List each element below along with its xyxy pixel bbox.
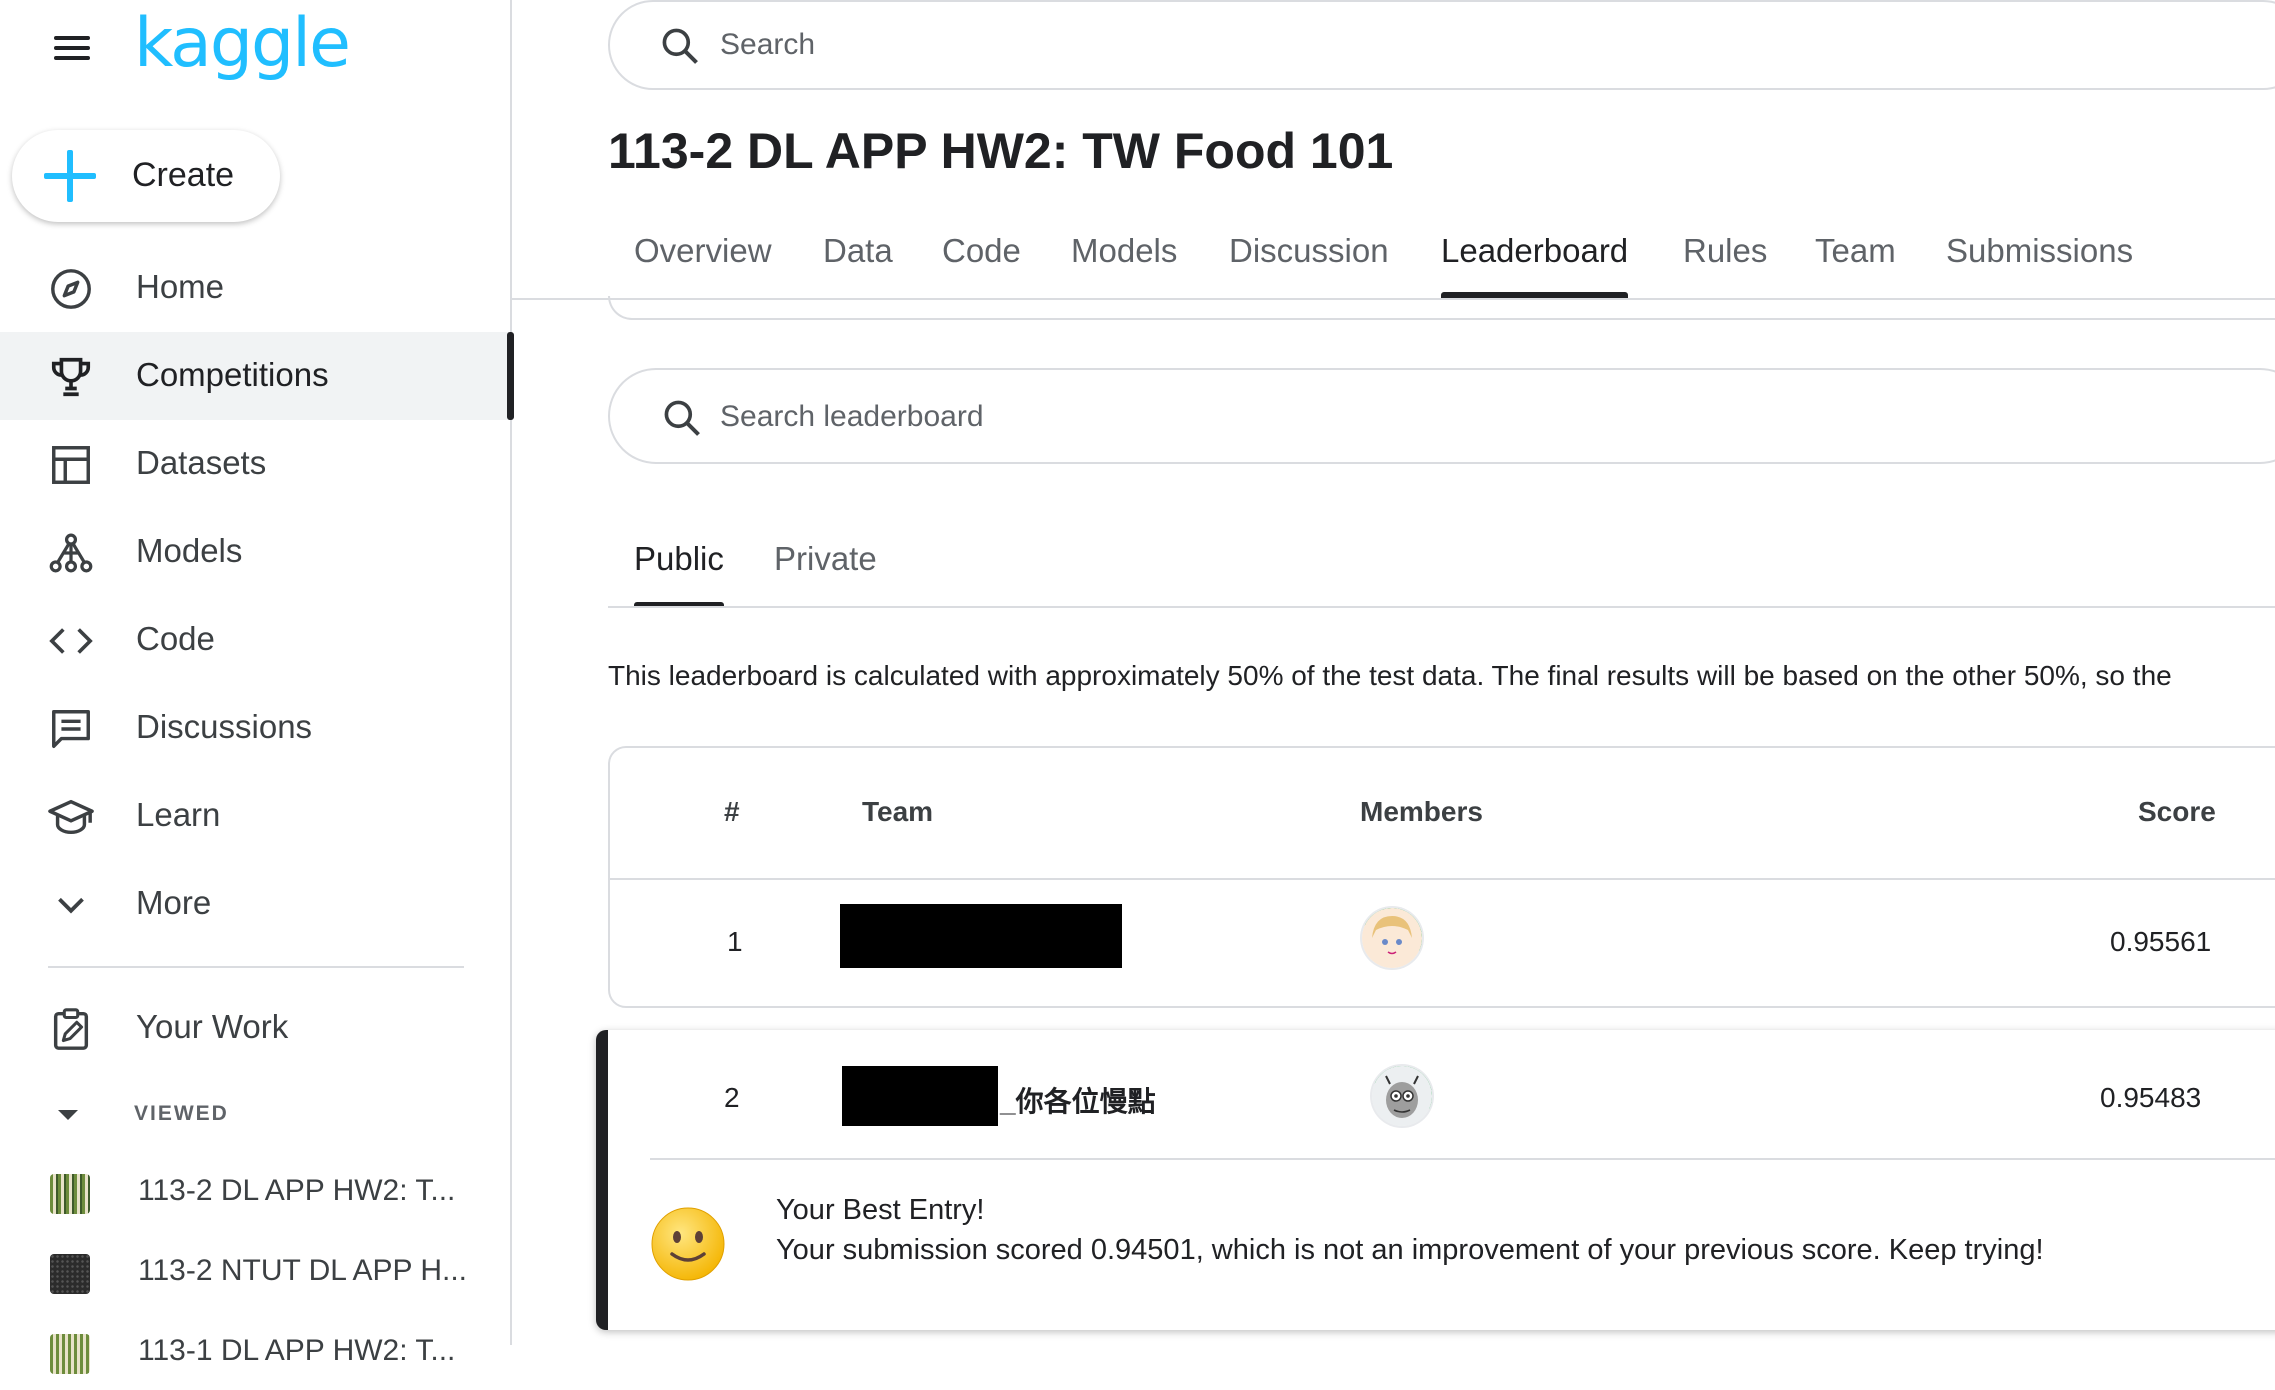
clipboard-edit-icon — [53, 1008, 89, 1050]
progress-ring — [1362, 908, 1422, 968]
competition-thumbnail — [50, 1174, 90, 1214]
recent-item-label: 113-2 DL APP HW2: T... — [138, 1174, 456, 1207]
tab-discussion[interactable]: Discussion — [1229, 232, 1389, 298]
tab-data[interactable]: Data — [823, 232, 893, 298]
tab-models[interactable]: Models — [1071, 232, 1177, 298]
sidebar-item-label: Datasets — [136, 444, 267, 481]
leaderboard-search-input[interactable]: Search leaderboard — [720, 400, 984, 434]
row-divider — [650, 1158, 2275, 1160]
leaderboard-notice: This leaderboard is calculated with appr… — [608, 660, 2172, 691]
tabs-divider — [512, 298, 2275, 300]
recent-item[interactable]: 113-1 DL APP HW2: T... — [0, 1316, 510, 1390]
sidebar-item-datasets[interactable]: Datasets — [0, 420, 510, 508]
search-input[interactable]: Search — [720, 28, 815, 62]
search-icon — [664, 400, 700, 436]
redacted-team-name — [842, 1066, 998, 1126]
leaderboard-search[interactable]: Search leaderboard — [608, 368, 2275, 464]
sidebar-item-code[interactable]: Code — [0, 596, 510, 684]
tab-submissions[interactable]: Submissions — [1946, 232, 2133, 298]
subtabs-divider — [608, 606, 2275, 608]
column-header-rank: # — [724, 796, 740, 827]
rank-cell: 2 — [724, 1082, 740, 1113]
trophy-icon — [51, 357, 91, 397]
recent-item-label: 113-2 NTUT DL APP H... — [138, 1254, 468, 1287]
sidebar: kaggle Create Home Competitions Datasets… — [0, 0, 514, 1374]
sidebar-divider — [48, 966, 464, 968]
rank-cell: 1 — [727, 926, 743, 957]
create-button[interactable]: Create — [12, 130, 280, 222]
sidebar-item-label: Discussions — [136, 708, 313, 745]
best-entry-message: Your submission scored 0.94501, which is… — [776, 1234, 2044, 1266]
column-header-team: Team — [862, 796, 934, 827]
sidebar-item-label: More — [136, 884, 212, 921]
kaggle-logo[interactable]: kaggle — [134, 4, 351, 83]
sidebar-item-label: Home — [136, 268, 225, 305]
site-search[interactable]: Search — [608, 0, 2275, 90]
tab-rules[interactable]: Rules — [1683, 232, 1767, 298]
recent-item[interactable]: 113-2 DL APP HW2: T... — [0, 1156, 510, 1230]
tab-private[interactable]: Private — [774, 540, 877, 606]
recent-item[interactable]: 113-2 NTUT DL APP H... — [0, 1236, 510, 1310]
tab-team[interactable]: Team — [1815, 232, 1896, 298]
create-label: Create — [132, 156, 235, 194]
menu-icon[interactable] — [50, 30, 94, 60]
comments-icon — [52, 710, 90, 748]
smiley-icon — [651, 1207, 725, 1281]
plus-icon — [44, 150, 96, 202]
redacted-team-name — [840, 904, 1122, 968]
column-header-members: Members — [1360, 796, 1483, 827]
member-avatar[interactable] — [1372, 1066, 1432, 1126]
viewed-label: VIEWED — [134, 1102, 229, 1125]
sidebar-item-home[interactable]: Home — [0, 244, 510, 332]
progress-ring — [1372, 1066, 1432, 1126]
caret-down-icon — [58, 1110, 78, 1120]
chevron-down-icon — [58, 897, 84, 914]
tab-public[interactable]: Public — [634, 540, 724, 608]
tab-overview[interactable]: Overview — [634, 232, 772, 298]
search-icon — [662, 28, 698, 64]
sidebar-item-discussions[interactable]: Discussions — [0, 684, 510, 772]
sidebar-item-models[interactable]: Models — [0, 508, 510, 596]
score-cell: 0.95561 — [2110, 926, 2212, 957]
column-header-score: Score — [2138, 796, 2216, 827]
school-icon — [48, 799, 94, 835]
best-entry-title: Your Best Entry! — [776, 1194, 985, 1226]
sidebar-item-learn[interactable]: Learn — [0, 772, 510, 860]
team-name: _你各位慢點 — [1000, 1086, 1156, 1117]
recent-item-label: 113-1 DL APP HW2: T... — [138, 1334, 456, 1367]
tab-code[interactable]: Code — [942, 232, 1021, 298]
leaderboard-table: # Team Members Score 1 0.95561 — [608, 746, 2275, 1008]
sidebar-item-more[interactable]: More — [0, 860, 510, 948]
competition-thumbnail — [50, 1334, 90, 1374]
compass-icon — [51, 269, 91, 309]
sidebar-item-label: Code — [136, 620, 215, 657]
sidebar-item-label: Your Work — [136, 1008, 289, 1045]
my-team-row: 2 _你各位慢點 0.95483 Your Best Entry! Your s… — [596, 1030, 2275, 1330]
models-icon — [49, 533, 93, 573]
sidebar-item-label: Learn — [136, 796, 221, 833]
tab-leaderboard[interactable]: Leaderboard — [1441, 232, 1629, 298]
sidebar-item-your-work[interactable]: Your Work — [0, 984, 510, 1072]
member-avatar[interactable] — [1362, 908, 1422, 968]
code-icon — [49, 628, 93, 654]
competition-thumbnail — [50, 1254, 90, 1294]
score-cell: 0.95483 — [2100, 1082, 2202, 1113]
table-icon — [52, 446, 90, 484]
page-title: 113-2 DL APP HW2: TW Food 101 — [608, 123, 1394, 179]
row-divider — [610, 878, 2275, 880]
sidebar-item-competitions[interactable]: Competitions — [0, 332, 514, 420]
sidebar-item-label: Models — [136, 532, 243, 569]
sidebar-item-label: Competitions — [136, 356, 329, 393]
